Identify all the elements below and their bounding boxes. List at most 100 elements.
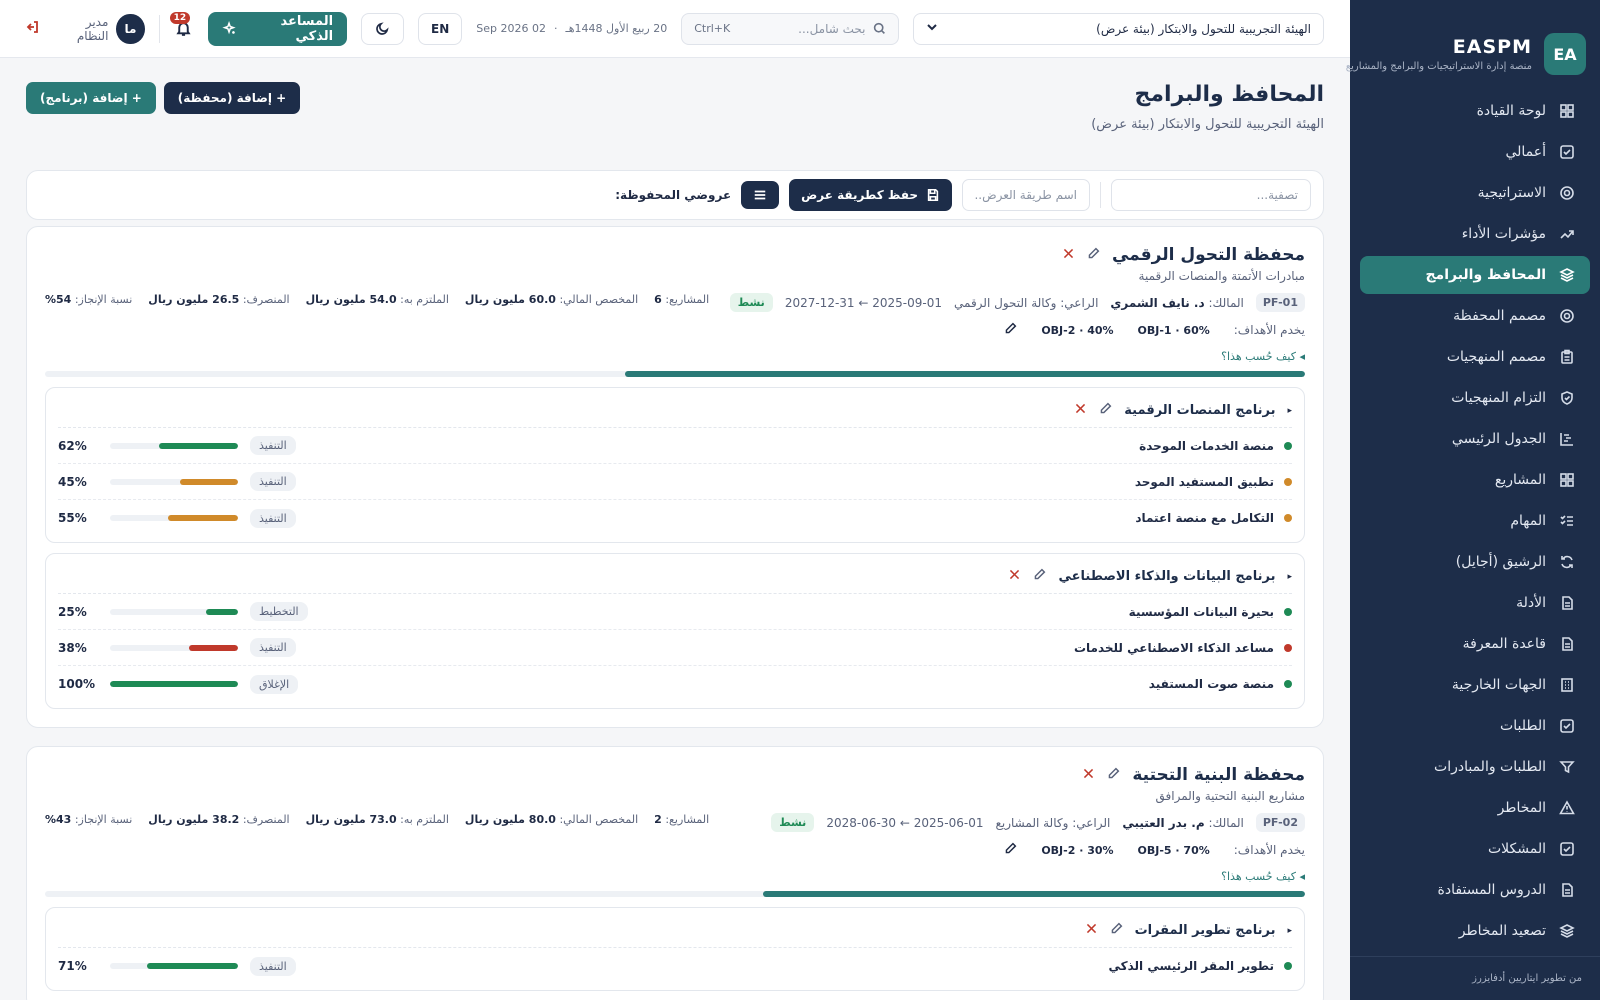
save-view-label: حفظ كطريقة عرض [801, 188, 918, 202]
theme-toggle-button[interactable] [361, 12, 405, 45]
caret-icon[interactable]: ▸ [1287, 572, 1292, 582]
how-calculated-link[interactable]: ◂ كيف حُسب هذا؟ [1221, 350, 1305, 363]
delete-portfolio-button[interactable] [1082, 767, 1095, 784]
stat-value: 73.0 مليون ريال [305, 812, 397, 826]
page-title: المحافظ والبرامج [1134, 82, 1324, 107]
sidebar-item[interactable]: أعمالي [1360, 133, 1590, 171]
edit-objectives-button[interactable] [1004, 322, 1017, 338]
add-program-button[interactable]: + إضافة (برنامج) [26, 82, 156, 114]
sidebar-item[interactable]: المشاريع [1360, 461, 1590, 499]
how-calculated-link[interactable]: ◂ كيف حُسب هذا؟ [1221, 870, 1305, 883]
sidebar-item[interactable]: الرشيق (أجايل) [1360, 543, 1590, 581]
check-square-icon [1558, 840, 1576, 858]
refresh-icon [1558, 553, 1576, 571]
sidebar-item-label: الرشيق (أجايل) [1455, 554, 1546, 570]
portfolio-card: محفظة التحول الرقمي مبادرات الأتمتة والمن… [26, 226, 1324, 728]
status-badge: نشط [771, 813, 815, 832]
edit-program-button[interactable] [1033, 568, 1046, 585]
sidebar-item[interactable]: الاستراتيجية [1360, 174, 1590, 212]
search-icon [874, 22, 886, 34]
add-portfolio-button[interactable]: + إضافة (محفظة) [163, 82, 301, 114]
phase-badge: الإغلاق [250, 674, 299, 694]
sidebar-item[interactable]: المشكلات [1360, 830, 1590, 868]
delete-program-button[interactable] [1074, 402, 1087, 419]
project-row[interactable]: منصة صوت المستفيد الإغلاق 100% [58, 666, 1292, 702]
language-toggle[interactable]: EN [418, 12, 463, 45]
delete-portfolio-button[interactable] [1062, 247, 1075, 264]
delete-program-button[interactable] [1008, 568, 1021, 585]
progress-fill [158, 442, 238, 449]
delete-program-button[interactable] [1085, 922, 1098, 939]
stat-progress_text: نسبة الإنجاز: 43% [45, 813, 132, 826]
edit-program-button[interactable] [1110, 922, 1123, 939]
sidebar-item[interactable]: التزام المنهجيات [1360, 379, 1590, 417]
date-display: 20 ربيع الأول 1448هـ · 02 Sep 2026 [476, 22, 667, 35]
edit-objectives-button[interactable] [1004, 842, 1017, 858]
sidebar-item-label: الأدلة [1516, 595, 1546, 611]
project-row[interactable]: بحيرة البيانات المؤسسية التخطيط 25% [58, 594, 1292, 630]
project-row[interactable]: تطبيق المستفيد الموحد التنفيذ 45% [58, 464, 1292, 500]
owner-label: المالك: [1208, 815, 1244, 830]
project-row[interactable]: مساعد الذكاء الاصطناعي للخدمات التنفيذ 38% [58, 630, 1292, 666]
sidebar-item-label: التزام المنهجيات [1451, 390, 1546, 406]
project-row[interactable]: تطوير المقر الرئيسي الذكي التنفيذ 71% [58, 948, 1292, 984]
logout-icon [26, 20, 38, 33]
ai-assistant-button[interactable]: المساعد الذكي [208, 11, 348, 46]
filter-input[interactable] [1111, 179, 1311, 211]
warning-icon [1558, 799, 1576, 817]
sidebar-item-label: المشكلات [1487, 841, 1546, 857]
saved-views-menu-button[interactable] [741, 181, 780, 209]
sidebar-item[interactable]: الجهات الخارجية [1360, 666, 1590, 704]
project-name: تطوير المقر الرئيسي الذكي [1108, 959, 1275, 973]
sidebar-item[interactable]: الأدلة [1360, 584, 1590, 622]
sidebar-item[interactable]: مصمم المحفظة [1360, 297, 1590, 335]
stat-value: 43% [45, 812, 72, 826]
caret-icon[interactable]: ▸ [1287, 406, 1292, 416]
view-name-input[interactable] [962, 179, 1090, 211]
sidebar-item[interactable]: الطلبات [1360, 707, 1590, 745]
date-range: 2025-06-01 ← 2028-06-30 [826, 815, 984, 830]
portfolio-description: مبادرات الأتمتة والمنصات الرقمية [1138, 269, 1305, 283]
stat-value: 54% [45, 292, 72, 306]
project-progress-bar [110, 478, 238, 485]
phase-badge: التنفيذ [250, 436, 296, 455]
status-dot [1284, 477, 1292, 486]
program-card: ▸ برنامج المنصات الرقمية منصة الخدمات المو… [45, 387, 1305, 543]
sidebar-item[interactable]: قاعدة المعرفة [1360, 625, 1590, 663]
clipboard-icon [1558, 348, 1576, 366]
edit-portfolio-button[interactable] [1087, 247, 1100, 264]
status-dot [1284, 643, 1292, 652]
sidebar-item[interactable]: الجدول الرئيسي [1360, 420, 1590, 458]
project-progress-bar [110, 515, 238, 521]
objective-tag: OBJ-1 · 60% [1137, 323, 1210, 337]
sidebar-item[interactable]: المخاطر [1360, 789, 1590, 827]
list-check-icon [1558, 512, 1576, 530]
sidebar-item[interactable]: لوحة القيادة [1360, 92, 1590, 130]
brand: EA EASPM منصة إدارة الاستراتيجيات والبرا… [1346, 0, 1600, 88]
global-search-input[interactable]: بحث شامل... Ctrl+K [681, 12, 900, 45]
objectives-row: يخدم الأهداف: OBJ-5 · 70% OBJ-2 · 30% [1004, 842, 1305, 858]
project-row[interactable]: منصة الخدمات الموحدة التنفيذ 62% [58, 428, 1292, 464]
sidebar-item[interactable]: مصمم المنهجيات [1360, 338, 1590, 376]
stat-projects: المشاريع: 2 [654, 813, 709, 826]
sidebar-item-label: أعمالي [1505, 144, 1546, 160]
save-view-button[interactable]: حفظ كطريقة عرض [789, 179, 952, 211]
edit-program-button[interactable] [1099, 402, 1112, 419]
logout-button[interactable] [24, 19, 40, 39]
org-select[interactable]: الهيئة التجريبية للتحول والابتكار (بيئة … [913, 12, 1324, 45]
notifications-button[interactable]: 12 [169, 11, 194, 40]
project-row[interactable]: التكامل مع منصة اعتماد التنفيذ 55% [58, 500, 1292, 536]
portfolio-card: محفظة البنية التحتية مشاريع البنية التحتي… [26, 746, 1324, 1000]
portfolio-meta: PF-01 المالك: د. نايف الشمري الراعي: وكالة… [729, 293, 1305, 312]
sidebar-item[interactable]: مؤشرات الأداء [1360, 215, 1590, 253]
caret-icon[interactable]: ▸ [1287, 926, 1292, 936]
sidebar-item[interactable]: الدروس المستفادة [1360, 871, 1590, 909]
divider [1100, 182, 1101, 208]
edit-portfolio-button[interactable] [1107, 767, 1120, 784]
sidebar-item[interactable]: تصعيد المخاطر [1360, 912, 1590, 950]
user-menu[interactable]: ما مدير النظام [54, 13, 145, 44]
sidebar-item[interactable]: الطلبات والمبادرات [1360, 748, 1590, 786]
sidebar-item[interactable]: المحافظ والبرامج [1360, 256, 1590, 294]
sidebar-item[interactable]: المهام [1360, 502, 1590, 540]
portfolio-stats: المشاريع: 2 المخصص المالي: 80.0 مليون ريا… [45, 809, 709, 829]
